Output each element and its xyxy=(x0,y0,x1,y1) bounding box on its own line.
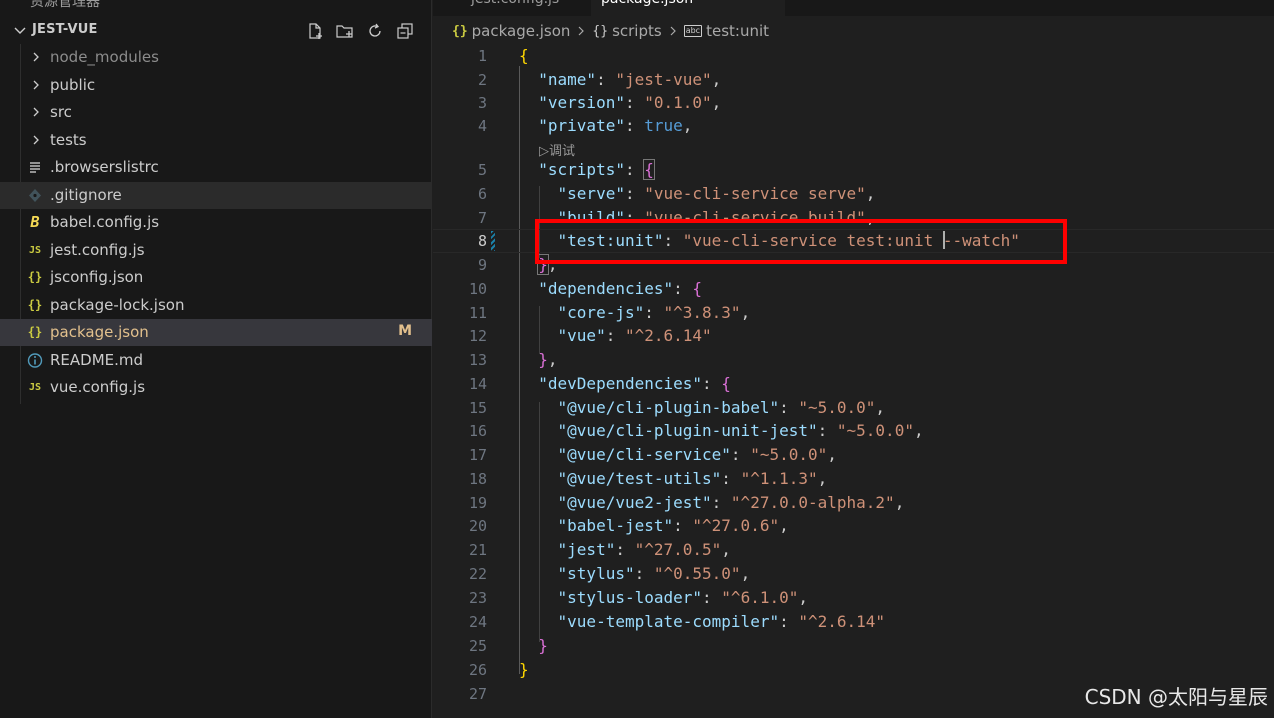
git-icon xyxy=(29,189,41,202)
tree-file-package-json[interactable]: {} package.json M xyxy=(0,319,432,346)
tree-item-label: jest.config.js xyxy=(50,241,145,259)
new-folder-icon[interactable] xyxy=(334,20,356,42)
tree-item-label: babel.config.js xyxy=(50,213,160,231)
annotation-highlight-box xyxy=(535,219,1067,264)
breadcrumb-leaf[interactable]: abc test:unit xyxy=(683,22,770,40)
explorer-sidebar: 资源管理器 JEST-VUE node_modules public src t… xyxy=(0,0,432,718)
breadcrumb-leaf-label: test:unit xyxy=(706,22,770,40)
code-line: 1{ xyxy=(477,46,529,65)
tree-item-label: node_modules xyxy=(50,48,159,66)
tree-item-label: .browserslistrc xyxy=(50,158,159,176)
code-line: 2 "name": "jest-vue", xyxy=(477,70,722,89)
code-line: 14 "devDependencies": { xyxy=(468,374,731,393)
tree-item-label: tests xyxy=(50,131,87,149)
code-line: 4 "private": true, xyxy=(477,116,693,135)
tab-package-json[interactable]: package.json xyxy=(601,0,693,16)
tree-folder-src[interactable]: src xyxy=(0,99,432,126)
tree-file-jsconfig[interactable]: {} jsconfig.json xyxy=(0,264,432,291)
code-line: 24 "vue-template-compiler": "^2.6.14" xyxy=(468,612,886,631)
project-title: JEST-VUE xyxy=(32,22,98,37)
breadcrumb-section-label: scripts xyxy=(612,22,662,40)
code-line: 3 "version": "0.1.0", xyxy=(477,93,722,112)
chevron-right-icon xyxy=(33,80,39,90)
breadcrumb-file[interactable]: {} package.json xyxy=(452,22,570,40)
tab-bar: jest.config.js package.json xyxy=(433,0,1274,16)
tree-file-jest-config[interactable]: JS jest.config.js xyxy=(0,237,432,264)
babel-icon: B xyxy=(30,213,40,231)
chevron-right-icon xyxy=(33,135,39,145)
info-icon xyxy=(27,353,43,368)
tree-item-label: public xyxy=(50,76,96,94)
refresh-icon[interactable] xyxy=(364,20,386,42)
chevron-right-icon xyxy=(33,52,39,62)
chevron-right-icon xyxy=(578,26,585,36)
tree-file-package-lock[interactable]: {} package-lock.json xyxy=(0,292,432,319)
code-line: 21 "jest": "^27.0.5", xyxy=(468,540,731,559)
code-line: 26} xyxy=(468,660,529,679)
tree-item-label: vue.config.js xyxy=(50,378,146,396)
code-line: 23 "stylus-loader": "^6.1.0", xyxy=(468,588,808,607)
code-editor[interactable]: 1{ 2 "name": "jest-vue", 3 "version": "0… xyxy=(433,44,1274,718)
explorer-header[interactable]: JEST-VUE xyxy=(0,18,432,44)
json-icon: {} xyxy=(452,23,468,39)
modified-line-indicator xyxy=(491,231,495,251)
tree-item-label: src xyxy=(50,103,72,121)
code-line: 11 "core-js": "^3.8.3", xyxy=(468,303,751,322)
chevron-right-icon xyxy=(670,26,676,36)
code-line: 15 "@vue/cli-plugin-babel": "~5.0.0", xyxy=(468,398,886,417)
breadcrumb-section[interactable]: {} scripts xyxy=(592,22,661,40)
tree-file-vue-config[interactable]: JS vue.config.js xyxy=(0,374,432,401)
tree-item-label: package-lock.json xyxy=(50,296,185,314)
modified-badge: M xyxy=(398,323,412,339)
code-line: 18 "@vue/test-utils": "^1.1.3", xyxy=(468,469,828,488)
code-line: 25 } xyxy=(468,636,548,655)
code-line: 6 "serve": "vue-cli-service serve", xyxy=(477,184,876,203)
code-line: 5 "scripts": { xyxy=(477,159,655,180)
chevron-right-icon xyxy=(33,107,39,117)
json-icon: {} xyxy=(27,325,43,339)
sidebar-title: 资源管理器 xyxy=(30,0,100,10)
object-icon: {} xyxy=(592,23,609,39)
tree-item-label: .gitignore xyxy=(50,186,122,204)
tree-folder-public[interactable]: public xyxy=(0,72,432,99)
code-line: 10 "dependencies": { xyxy=(468,279,703,298)
collapse-all-icon[interactable] xyxy=(394,20,416,42)
breadcrumb: {} package.json {} scripts abc test:unit xyxy=(452,18,769,44)
tree-file-browserslistrc[interactable]: .browserslistrc xyxy=(0,154,432,181)
tree-item-label: jsconfig.json xyxy=(50,268,144,286)
breadcrumb-file-label: package.json xyxy=(471,22,571,40)
debug-codelens[interactable]: ▷调试 xyxy=(539,140,575,159)
js-icon: JS xyxy=(28,382,42,393)
tree-folder-tests[interactable]: tests xyxy=(0,127,432,154)
tree-item-label: package.json xyxy=(50,323,149,341)
code-line: 22 "stylus": "^0.55.0", xyxy=(468,564,751,583)
json-icon: {} xyxy=(27,270,43,284)
code-line: 17 "@vue/cli-service": "~5.0.0", xyxy=(468,445,837,464)
watermark: CSDN @太阳与星辰 xyxy=(1084,685,1268,709)
sidebar-top-strip: 资源管理器 xyxy=(0,0,432,12)
tree-file-babel-config[interactable]: B babel.config.js xyxy=(0,209,432,236)
js-icon: JS xyxy=(28,245,42,256)
tree-item-label: README.md xyxy=(50,351,144,369)
tree-folder-node-modules[interactable]: node_modules xyxy=(0,44,432,71)
tree-file-gitignore[interactable]: .gitignore xyxy=(0,182,432,209)
code-line: 16 "@vue/cli-plugin-unit-jest": "~5.0.0"… xyxy=(468,421,924,440)
code-line: 20 "babel-jest": "^27.0.6", xyxy=(468,516,789,535)
lines-icon xyxy=(30,162,40,173)
json-icon: {} xyxy=(27,298,43,312)
code-line: 13 }, xyxy=(468,350,558,369)
code-line: 19 "@vue/vue2-jest": "^27.0.0-alpha.2", xyxy=(468,493,905,512)
new-file-icon[interactable] xyxy=(304,20,326,42)
chevron-down-icon[interactable] xyxy=(12,22,28,38)
tab-jest-config[interactable]: jest.config.js xyxy=(471,0,559,16)
code-line: 12 "vue": "^2.6.14" xyxy=(468,326,712,345)
tree-file-readme[interactable]: README.md xyxy=(0,347,432,374)
string-icon: abc xyxy=(683,25,703,37)
